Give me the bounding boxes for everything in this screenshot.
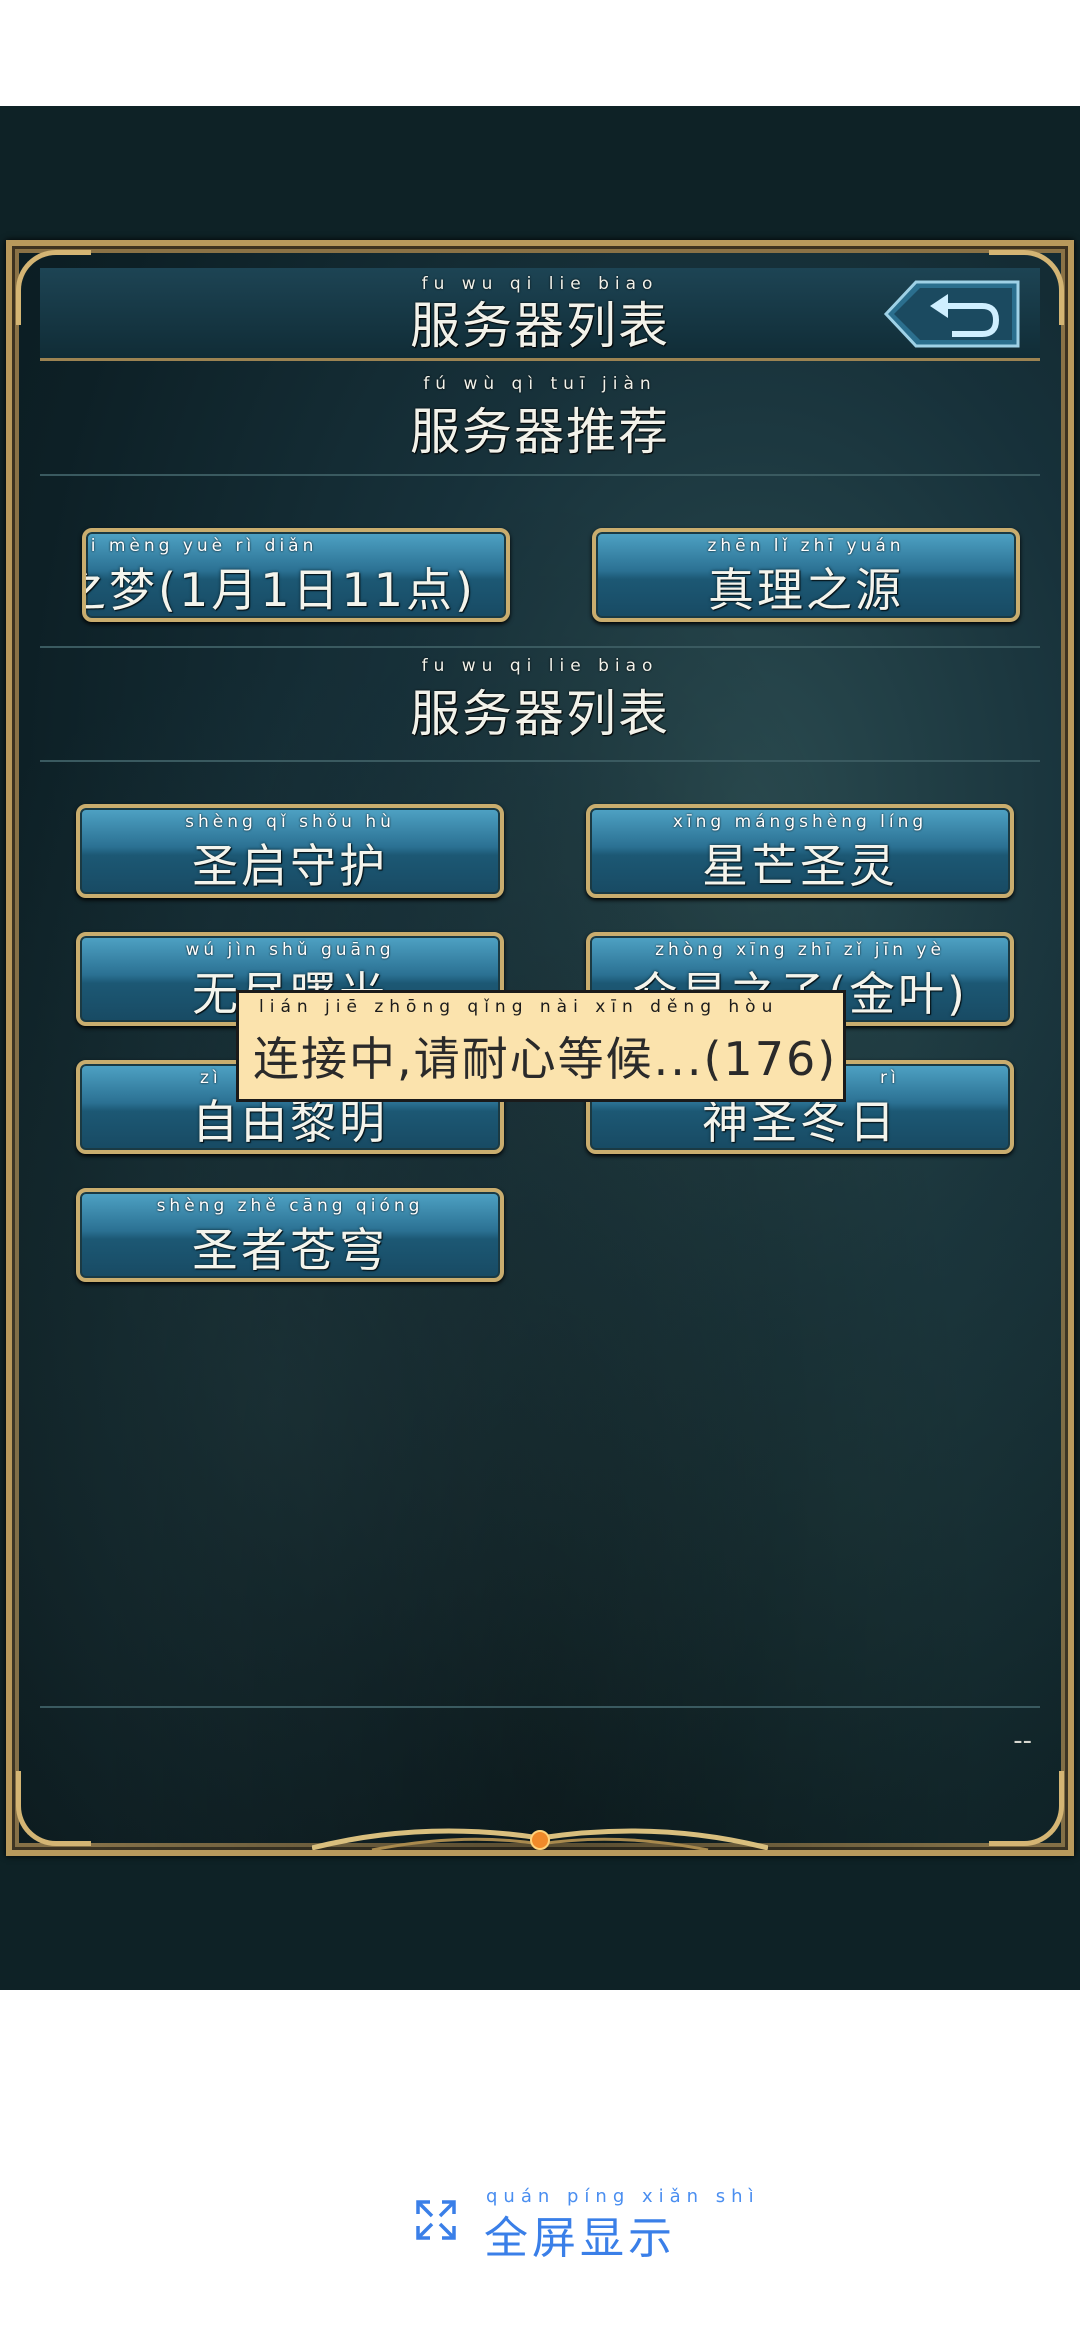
server-list-title: 服务器列表 (410, 685, 670, 743)
server-pinyin: zhēn lǐ zhī yuán (707, 536, 905, 556)
gold-flourish-ornament (312, 1828, 768, 1850)
server-button-recommended-1[interactable]: ji mèng yuè rì diǎn 之梦(1月1日11点) (82, 528, 510, 622)
server-list-pinyin: fu wu qi lie biao (421, 656, 659, 676)
server-button[interactable]: shèng qǐ shǒu hù 圣启守护 (76, 804, 504, 898)
toast-message: 连接中,请耐心等候...(176) (253, 1032, 838, 1086)
fullscreen-icon (416, 2200, 456, 2240)
server-list-header: fu wu qi lie biao 服务器列表 (40, 646, 1040, 762)
server-label: 真理之源 (708, 563, 904, 617)
server-pinyin: shèng qǐ shǒu hù (185, 812, 395, 832)
toast-pinyin: lián jiē zhōng qǐng nài xīn děng hòu (259, 997, 779, 1017)
server-label: 圣者苍穹 (192, 1223, 388, 1277)
server-pinyin: wú jìn shǔ guāng (185, 940, 395, 960)
server-pinyin: ji mèng yuè rì diǎn (82, 536, 318, 556)
server-label: 星芒圣灵 (702, 839, 898, 893)
server-pinyin: xīng mángshèng líng (672, 812, 928, 832)
divider (40, 1706, 1040, 1708)
fullscreen-button[interactable]: quán píng xiǎn shì 全屏显示 (0, 2186, 1080, 2266)
server-pinyin: shèng zhě cāng qióng (156, 1196, 424, 1216)
server-label: 之梦(1月1日11点) (82, 563, 476, 617)
frame-corner-ornament (16, 1771, 91, 1846)
bottom-band (0, 1990, 1080, 2340)
server-button[interactable]: shèng zhě cāng qióng 圣者苍穹 (76, 1188, 504, 1282)
fullscreen-label: 全屏显示 (484, 2213, 676, 2264)
recommended-header: fú wù qì tuī jiàn 服务器推荐 (40, 362, 1040, 476)
server-pinyin: rì (880, 1068, 900, 1088)
corner-mark: -- (1013, 1726, 1032, 1756)
server-button[interactable]: xīng mángshèng líng 星芒圣灵 (586, 804, 1014, 898)
back-arrow-icon (883, 280, 1020, 348)
title-bar: fu wu qi lie biao 服务器列表 (40, 268, 1040, 361)
top-band (0, 0, 1080, 106)
server-button-recommended-2[interactable]: zhēn lǐ zhī yuán 真理之源 (592, 528, 1020, 622)
connecting-toast: lián jiē zhōng qǐng nài xīn děng hòu 连接中… (236, 990, 846, 1102)
back-button[interactable] (882, 278, 1022, 350)
recommended-title: 服务器推荐 (410, 403, 670, 461)
server-pinyin: zhòng xīng zhī zǐ jīn yè (655, 940, 945, 960)
recommended-pinyin: fú wù qì tuī jiàn (423, 374, 657, 394)
server-label: 圣启守护 (192, 839, 388, 893)
